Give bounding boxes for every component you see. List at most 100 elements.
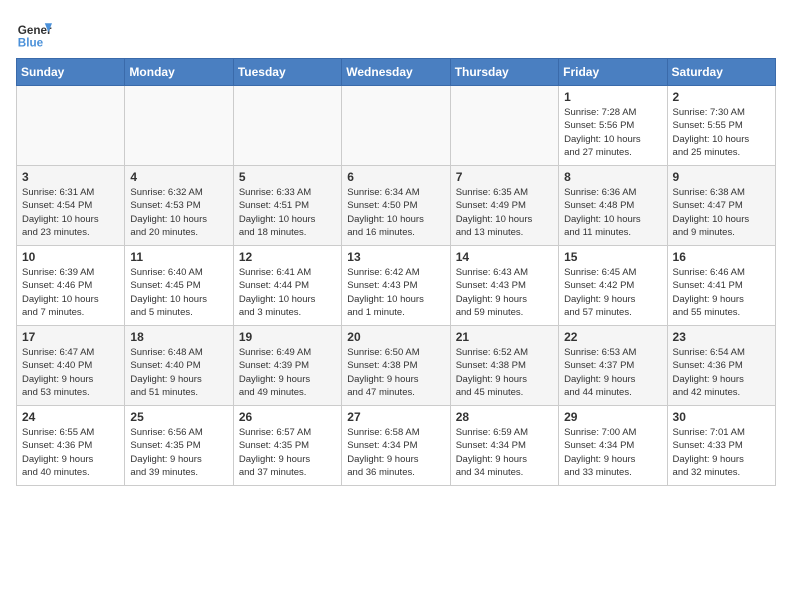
cell-content: Sunrise: 6:41 AM Sunset: 4:44 PM Dayligh… [239, 266, 336, 319]
calendar-cell: 4 Sunrise: 6:32 AM Sunset: 4:53 PM Daylig… [125, 166, 233, 246]
calendar-cell [342, 86, 450, 166]
day-number: 30 [673, 410, 770, 424]
calendar-cell: 18 Sunrise: 6:48 AM Sunset: 4:40 PM Dayli… [125, 326, 233, 406]
cell-content: Sunrise: 7:01 AM Sunset: 4:33 PM Dayligh… [673, 426, 770, 479]
cell-content: Sunrise: 6:34 AM Sunset: 4:50 PM Dayligh… [347, 186, 444, 239]
cell-content: Sunrise: 6:53 AM Sunset: 4:37 PM Dayligh… [564, 346, 661, 399]
calendar-cell: 28 Sunrise: 6:59 AM Sunset: 4:34 PM Dayli… [450, 406, 558, 486]
cell-content: Sunrise: 6:54 AM Sunset: 4:36 PM Dayligh… [673, 346, 770, 399]
calendar-cell [450, 86, 558, 166]
day-number: 4 [130, 170, 227, 184]
calendar-cell: 26 Sunrise: 6:57 AM Sunset: 4:35 PM Dayli… [233, 406, 341, 486]
day-number: 7 [456, 170, 553, 184]
day-number: 13 [347, 250, 444, 264]
day-number: 24 [22, 410, 119, 424]
calendar-cell [17, 86, 125, 166]
weekday-header: Friday [559, 59, 667, 86]
cell-content: Sunrise: 7:28 AM Sunset: 5:56 PM Dayligh… [564, 106, 661, 159]
calendar-cell: 20 Sunrise: 6:50 AM Sunset: 4:38 PM Dayli… [342, 326, 450, 406]
calendar-cell: 2Sunrise: 7:30 AM Sunset: 5:55 PM Daylig… [667, 86, 775, 166]
day-number: 10 [22, 250, 119, 264]
cell-content: Sunrise: 6:47 AM Sunset: 4:40 PM Dayligh… [22, 346, 119, 399]
calendar-cell: 16 Sunrise: 6:46 AM Sunset: 4:41 PM Dayli… [667, 246, 775, 326]
calendar-cell: 29 Sunrise: 7:00 AM Sunset: 4:34 PM Dayli… [559, 406, 667, 486]
cell-content: Sunrise: 6:46 AM Sunset: 4:41 PM Dayligh… [673, 266, 770, 319]
calendar-cell: 11 Sunrise: 6:40 AM Sunset: 4:45 PM Dayli… [125, 246, 233, 326]
logo: General Blue [16, 16, 52, 52]
cell-content: Sunrise: 6:33 AM Sunset: 4:51 PM Dayligh… [239, 186, 336, 239]
calendar-cell: 10 Sunrise: 6:39 AM Sunset: 4:46 PM Dayli… [17, 246, 125, 326]
calendar-cell: 7 Sunrise: 6:35 AM Sunset: 4:49 PM Daylig… [450, 166, 558, 246]
calendar-cell: 23 Sunrise: 6:54 AM Sunset: 4:36 PM Dayli… [667, 326, 775, 406]
cell-content: Sunrise: 6:48 AM Sunset: 4:40 PM Dayligh… [130, 346, 227, 399]
calendar-cell: 17 Sunrise: 6:47 AM Sunset: 4:40 PM Dayli… [17, 326, 125, 406]
day-number: 29 [564, 410, 661, 424]
calendar-cell: 6 Sunrise: 6:34 AM Sunset: 4:50 PM Daylig… [342, 166, 450, 246]
weekday-header: Wednesday [342, 59, 450, 86]
calendar-cell: 24 Sunrise: 6:55 AM Sunset: 4:36 PM Dayli… [17, 406, 125, 486]
cell-content: Sunrise: 6:35 AM Sunset: 4:49 PM Dayligh… [456, 186, 553, 239]
day-number: 8 [564, 170, 661, 184]
calendar-cell: 9 Sunrise: 6:38 AM Sunset: 4:47 PM Daylig… [667, 166, 775, 246]
calendar-cell: 27 Sunrise: 6:58 AM Sunset: 4:34 PM Dayli… [342, 406, 450, 486]
day-number: 1 [564, 90, 661, 104]
day-number: 22 [564, 330, 661, 344]
day-number: 20 [347, 330, 444, 344]
cell-content: Sunrise: 6:56 AM Sunset: 4:35 PM Dayligh… [130, 426, 227, 479]
day-number: 9 [673, 170, 770, 184]
day-number: 6 [347, 170, 444, 184]
calendar-cell: 19 Sunrise: 6:49 AM Sunset: 4:39 PM Dayli… [233, 326, 341, 406]
cell-content: Sunrise: 6:58 AM Sunset: 4:34 PM Dayligh… [347, 426, 444, 479]
calendar-cell: 22 Sunrise: 6:53 AM Sunset: 4:37 PM Dayli… [559, 326, 667, 406]
calendar-cell: 25Sunrise: 6:56 AM Sunset: 4:35 PM Dayli… [125, 406, 233, 486]
calendar-cell: 8 Sunrise: 6:36 AM Sunset: 4:48 PM Daylig… [559, 166, 667, 246]
weekday-header: Saturday [667, 59, 775, 86]
calendar-cell [125, 86, 233, 166]
calendar-cell: 5 Sunrise: 6:33 AM Sunset: 4:51 PM Daylig… [233, 166, 341, 246]
day-number: 2 [673, 90, 770, 104]
weekday-header: Tuesday [233, 59, 341, 86]
weekday-header: Monday [125, 59, 233, 86]
calendar-cell: 30 Sunrise: 7:01 AM Sunset: 4:33 PM Dayli… [667, 406, 775, 486]
calendar-cell [233, 86, 341, 166]
day-number: 21 [456, 330, 553, 344]
day-number: 5 [239, 170, 336, 184]
cell-content: Sunrise: 6:55 AM Sunset: 4:36 PM Dayligh… [22, 426, 119, 479]
cell-content: Sunrise: 6:49 AM Sunset: 4:39 PM Dayligh… [239, 346, 336, 399]
day-number: 11 [130, 250, 227, 264]
cell-content: Sunrise: 6:39 AM Sunset: 4:46 PM Dayligh… [22, 266, 119, 319]
cell-content: Sunrise: 6:57 AM Sunset: 4:35 PM Dayligh… [239, 426, 336, 479]
header: General Blue [16, 16, 776, 52]
cell-content: Sunrise: 6:42 AM Sunset: 4:43 PM Dayligh… [347, 266, 444, 319]
svg-text:Blue: Blue [18, 37, 44, 50]
cell-content: Sunrise: 7:00 AM Sunset: 4:34 PM Dayligh… [564, 426, 661, 479]
logo-icon: General Blue [16, 16, 52, 52]
calendar-cell: 3Sunrise: 6:31 AM Sunset: 4:54 PM Daylig… [17, 166, 125, 246]
cell-content: Sunrise: 6:50 AM Sunset: 4:38 PM Dayligh… [347, 346, 444, 399]
day-number: 17 [22, 330, 119, 344]
day-number: 15 [564, 250, 661, 264]
day-number: 3 [22, 170, 119, 184]
day-number: 19 [239, 330, 336, 344]
cell-content: Sunrise: 6:45 AM Sunset: 4:42 PM Dayligh… [564, 266, 661, 319]
cell-content: Sunrise: 6:38 AM Sunset: 4:47 PM Dayligh… [673, 186, 770, 239]
day-number: 23 [673, 330, 770, 344]
day-number: 16 [673, 250, 770, 264]
calendar-cell: 13 Sunrise: 6:42 AM Sunset: 4:43 PM Dayli… [342, 246, 450, 326]
calendar-cell: 15 Sunrise: 6:45 AM Sunset: 4:42 PM Dayli… [559, 246, 667, 326]
cell-content: Sunrise: 6:40 AM Sunset: 4:45 PM Dayligh… [130, 266, 227, 319]
cell-content: Sunrise: 6:43 AM Sunset: 4:43 PM Dayligh… [456, 266, 553, 319]
cell-content: Sunrise: 6:52 AM Sunset: 4:38 PM Dayligh… [456, 346, 553, 399]
cell-content: Sunrise: 6:59 AM Sunset: 4:34 PM Dayligh… [456, 426, 553, 479]
day-number: 26 [239, 410, 336, 424]
day-number: 27 [347, 410, 444, 424]
calendar-cell: 14 Sunrise: 6:43 AM Sunset: 4:43 PM Dayli… [450, 246, 558, 326]
calendar-cell: 1 Sunrise: 7:28 AM Sunset: 5:56 PM Daylig… [559, 86, 667, 166]
cell-content: Sunrise: 6:32 AM Sunset: 4:53 PM Dayligh… [130, 186, 227, 239]
day-number: 18 [130, 330, 227, 344]
cell-content: Sunrise: 6:36 AM Sunset: 4:48 PM Dayligh… [564, 186, 661, 239]
weekday-header: Thursday [450, 59, 558, 86]
day-number: 28 [456, 410, 553, 424]
day-number: 14 [456, 250, 553, 264]
calendar-cell: 21 Sunrise: 6:52 AM Sunset: 4:38 PM Dayli… [450, 326, 558, 406]
